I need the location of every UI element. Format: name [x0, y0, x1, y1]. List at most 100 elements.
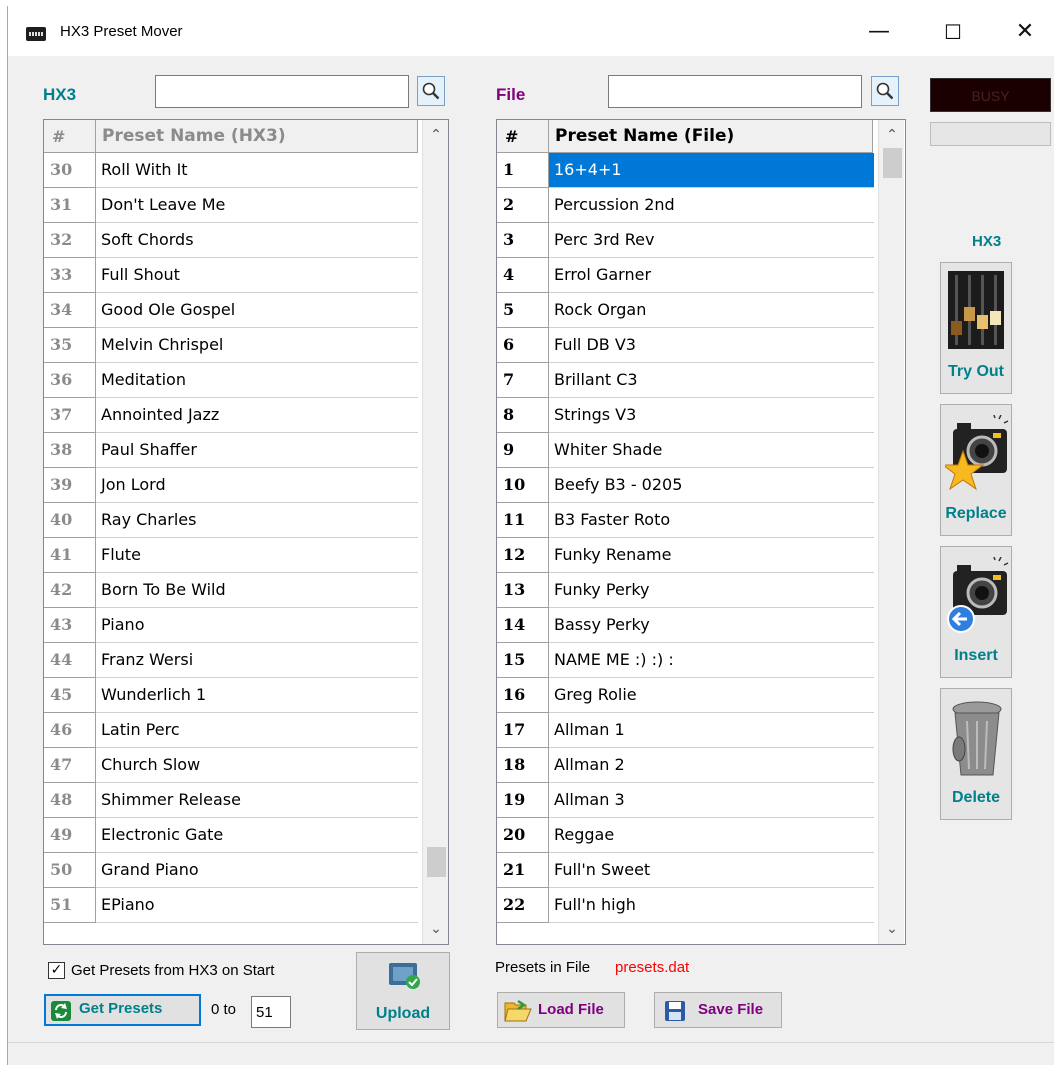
table-row[interactable]: 5 Rock Organ — [497, 293, 874, 328]
preset-name[interactable]: Roll With It — [96, 153, 418, 188]
file-search-input[interactable] — [608, 75, 862, 108]
preset-name[interactable]: Perc 3rd Rev — [549, 223, 874, 258]
table-row[interactable]: 22 Full'n high — [497, 888, 874, 923]
table-row[interactable]: 45 Wunderlich 1 — [44, 678, 418, 713]
maximize-button[interactable]: ☐ — [930, 16, 976, 48]
preset-name[interactable]: Allman 2 — [549, 748, 874, 783]
table-row[interactable]: 43 Piano — [44, 608, 418, 643]
scroll-down-icon[interactable]: ⌄ — [879, 916, 905, 942]
table-row[interactable]: 3 Perc 3rd Rev — [497, 223, 874, 258]
save-file-button[interactable]: Save File — [654, 992, 782, 1028]
preset-name[interactable]: Latin Perc — [96, 713, 418, 748]
table-row[interactable]: 35 Melvin Chrispel — [44, 328, 418, 363]
preset-name[interactable]: Bassy Perky — [549, 608, 874, 643]
preset-name[interactable]: Melvin Chrispel — [96, 328, 418, 363]
table-row[interactable]: 42 Born To Be Wild — [44, 573, 418, 608]
table-row[interactable]: 9 Whiter Shade — [497, 433, 874, 468]
upload-button[interactable]: Upload — [356, 952, 450, 1030]
preset-name[interactable]: Errol Garner — [549, 258, 874, 293]
table-row[interactable]: 39 Jon Lord — [44, 468, 418, 503]
file-preset-grid[interactable]: # Preset Name (File) 1 16+4+1 2 Percussion … — [496, 119, 906, 945]
table-row[interactable]: 2 Percussion 2nd — [497, 188, 874, 223]
insert-button[interactable]: Insert — [940, 546, 1012, 678]
table-row[interactable]: 31 Don't Leave Me — [44, 188, 418, 223]
preset-name[interactable]: Greg Rolie — [549, 678, 874, 713]
table-row[interactable]: 21 Full'n Sweet — [497, 853, 874, 888]
preset-name[interactable]: Wunderlich 1 — [96, 678, 418, 713]
preset-name[interactable]: 16+4+1 — [549, 153, 874, 188]
try-out-button[interactable]: Try Out — [940, 262, 1012, 394]
table-row[interactable]: 12 Funky Rename — [497, 538, 874, 573]
table-row[interactable]: 41 Flute — [44, 538, 418, 573]
table-row[interactable]: 8 Strings V3 — [497, 398, 874, 433]
table-row[interactable]: 15 NAME ME :) :) : — [497, 643, 874, 678]
file-scrollbar[interactable]: ⌃ ⌄ — [878, 120, 904, 944]
replace-button[interactable]: Replace — [940, 404, 1012, 536]
table-row[interactable]: 16 Greg Rolie — [497, 678, 874, 713]
preset-name[interactable]: Whiter Shade — [549, 433, 874, 468]
table-row[interactable]: 51 EPiano — [44, 888, 418, 923]
preset-name[interactable]: NAME ME :) :) : — [549, 643, 874, 678]
scroll-down-icon[interactable]: ⌄ — [423, 916, 448, 942]
preset-name[interactable]: Church Slow — [96, 748, 418, 783]
table-row[interactable]: 50 Grand Piano — [44, 853, 418, 888]
preset-name[interactable]: Piano — [96, 608, 418, 643]
table-row[interactable]: 38 Paul Shaffer — [44, 433, 418, 468]
preset-name[interactable]: Flute — [96, 538, 418, 573]
table-row[interactable]: 19 Allman 3 — [497, 783, 874, 818]
load-file-button[interactable]: Load File — [497, 992, 625, 1028]
preset-name[interactable]: Franz Wersi — [96, 643, 418, 678]
preset-name[interactable]: Soft Chords — [96, 223, 418, 258]
preset-name[interactable]: Full DB V3 — [549, 328, 874, 363]
table-row[interactable]: 1 16+4+1 — [497, 153, 874, 188]
preset-name[interactable]: Born To Be Wild — [96, 573, 418, 608]
preset-name[interactable]: Good Ole Gospel — [96, 293, 418, 328]
range-end-input[interactable] — [251, 996, 291, 1028]
table-row[interactable]: 20 Reggae — [497, 818, 874, 853]
table-row[interactable]: 4 Errol Garner — [497, 258, 874, 293]
table-row[interactable]: 34 Good Ole Gospel — [44, 293, 418, 328]
preset-name[interactable]: Beefy B3 - 0205 — [549, 468, 874, 503]
hx3-search-input[interactable] — [155, 75, 409, 108]
table-row[interactable]: 13 Funky Perky — [497, 573, 874, 608]
table-row[interactable]: 33 Full Shout — [44, 258, 418, 293]
preset-name[interactable]: Reggae — [549, 818, 874, 853]
table-row[interactable]: 14 Bassy Perky — [497, 608, 874, 643]
table-row[interactable]: 32 Soft Chords — [44, 223, 418, 258]
table-row[interactable]: 6 Full DB V3 — [497, 328, 874, 363]
get-presets-button[interactable]: Get Presets — [44, 994, 201, 1026]
table-row[interactable]: 44 Franz Wersi — [44, 643, 418, 678]
preset-name[interactable]: Full'n Sweet — [549, 853, 874, 888]
scroll-up-icon[interactable]: ⌃ — [423, 122, 448, 148]
scroll-up-icon[interactable]: ⌃ — [879, 122, 905, 148]
preset-name[interactable]: Allman 1 — [549, 713, 874, 748]
preset-name[interactable]: Annointed Jazz — [96, 398, 418, 433]
file-search-button[interactable] — [871, 76, 899, 106]
file-scroll-thumb[interactable] — [883, 148, 902, 178]
preset-name[interactable]: Shimmer Release — [96, 783, 418, 818]
close-button[interactable]: ✕ — [1002, 16, 1048, 48]
preset-name[interactable]: Funky Perky — [549, 573, 874, 608]
preset-name[interactable]: Strings V3 — [549, 398, 874, 433]
table-row[interactable]: 36 Meditation — [44, 363, 418, 398]
table-row[interactable]: 37 Annointed Jazz — [44, 398, 418, 433]
table-row[interactable]: 7 Brillant C3 — [497, 363, 874, 398]
hx3-preset-grid[interactable]: # Preset Name (HX3) 30 Roll With It 31 Don'… — [43, 119, 449, 945]
table-row[interactable]: 49 Electronic Gate — [44, 818, 418, 853]
table-row[interactable]: 46 Latin Perc — [44, 713, 418, 748]
hx3-search-button[interactable] — [417, 76, 445, 106]
preset-name[interactable]: Funky Rename — [549, 538, 874, 573]
table-row[interactable]: 48 Shimmer Release — [44, 783, 418, 818]
hx3-scroll-thumb[interactable] — [427, 847, 446, 878]
preset-name[interactable]: Jon Lord — [96, 468, 418, 503]
preset-name[interactable]: Allman 3 — [549, 783, 874, 818]
table-row[interactable]: 17 Allman 1 — [497, 713, 874, 748]
table-row[interactable]: 18 Allman 2 — [497, 748, 874, 783]
preset-name[interactable]: Rock Organ — [549, 293, 874, 328]
table-row[interactable]: 47 Church Slow — [44, 748, 418, 783]
preset-name[interactable]: Full Shout — [96, 258, 418, 293]
preset-name[interactable]: EPiano — [96, 888, 418, 923]
preset-name[interactable]: Don't Leave Me — [96, 188, 418, 223]
delete-button[interactable]: Delete — [940, 688, 1012, 820]
table-row[interactable]: 11 B3 Faster Roto — [497, 503, 874, 538]
